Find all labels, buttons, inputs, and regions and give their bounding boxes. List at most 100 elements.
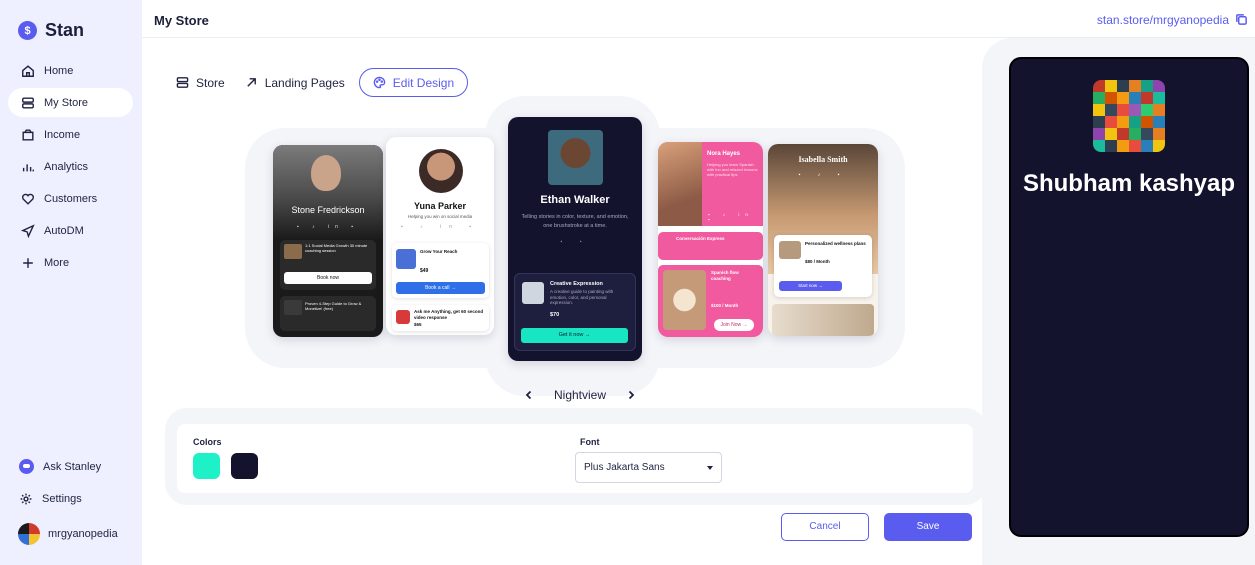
next-theme-button[interactable] [624, 388, 638, 402]
theme-item-title: Personalized wellness plans [805, 241, 866, 246]
social-icons: ▪ ♪ in ▪ [296, 224, 360, 230]
theme-name-label: Nightview [554, 388, 607, 402]
theme-price: $65 [414, 322, 422, 327]
sidebar-item-customers[interactable]: Customers [8, 184, 133, 213]
theme-name: Yuna Parker [413, 201, 467, 211]
prev-theme-button[interactable] [522, 388, 536, 402]
sidebar-bottom: Ask Stanley Settings [8, 452, 133, 516]
theme-item-title: Creative Expression [550, 281, 603, 287]
store-url-link[interactable]: stan.store/mrgyanopedia [1097, 13, 1229, 27]
theme-card-stone[interactable]: Stone Fredrickson ▪ ♪ in ▪ 1:1 Social Me… [273, 145, 383, 337]
store-tabs: Store Landing Pages Edit Design [170, 68, 469, 97]
theme-card-nora[interactable]: Nora Hayes Helping you learn Spanish wit… [658, 142, 763, 337]
sidebar-item-label: Settings [42, 492, 82, 505]
theme-avatar [419, 149, 463, 193]
sidebar-nav: Home My Store Income Analytics Customers… [8, 56, 133, 280]
tab-label: Edit Design [392, 75, 455, 90]
palette-icon [373, 76, 386, 89]
theme-card-ethan[interactable]: Ethan Walker Telling stories in color, t… [508, 117, 642, 361]
tab-landing-pages[interactable]: Landing Pages [239, 68, 351, 97]
theme-item-title: Grow Your Reach [420, 249, 458, 254]
heart-icon [21, 192, 35, 206]
social-icons: ▪ ♪ in ▪ [708, 212, 754, 222]
tab-edit-design[interactable]: Edit Design [358, 68, 469, 97]
theme-header: Nora Hayes Helping you learn Spanish wit… [658, 142, 763, 226]
theme-item-subtitle: A creative guide to painting with emotio… [550, 289, 614, 305]
chevron-right-icon [628, 390, 635, 400]
font-label: Font [580, 437, 600, 447]
profile-image [1093, 80, 1165, 152]
theme-item-title: 1:1 Social Media Growth 30 minute coachi… [305, 243, 368, 253]
theme-button: Join Now → [714, 319, 754, 331]
theme-item-title: Ask me Anything, get 60 second video res… [414, 309, 484, 320]
sidebar-item-analytics[interactable]: Analytics [8, 152, 133, 181]
sidebar-item-settings[interactable]: Settings [8, 484, 133, 513]
sidebar-item-my-store[interactable]: My Store [8, 88, 133, 117]
theme-photo-2 [772, 304, 874, 336]
colors-label: Colors [193, 437, 222, 447]
brand-name: Stan [45, 20, 85, 40]
stanley-icon [19, 459, 34, 474]
brand[interactable]: $ Stan [18, 20, 84, 41]
secondary-color-swatch[interactable] [231, 453, 258, 479]
user-profile[interactable]: mrgyanopedia [18, 523, 118, 545]
top-bar: My Store stan.store/mrgyanopedia [142, 0, 1255, 38]
sidebar-item-label: AutoDM [44, 224, 84, 237]
sidebar-item-label: Analytics [44, 160, 89, 173]
stack-icon [176, 77, 189, 88]
font-select[interactable]: Plus Jakarta Sans [575, 452, 722, 483]
theme-product-box-2: Ask me Anything, get 60 second video res… [392, 305, 489, 331]
wallet-icon [21, 128, 35, 142]
theme-subtitle: Telling stories in color, texture, and e… [521, 214, 629, 229]
theme-button: Start now → [779, 281, 842, 291]
theme-card-isabella[interactable]: Isabella Smith ▪ ♪ ▪ Personalized wellne… [768, 144, 878, 336]
cancel-button[interactable]: Cancel [781, 513, 869, 541]
theme-item-title: Spanish flow coaching [711, 270, 739, 281]
theme-name: Nora Hayes [707, 151, 741, 157]
theme-name: Stone Fredrickson [291, 205, 365, 215]
tab-label: Store [196, 75, 225, 90]
theme-price: $80 / Month [805, 259, 830, 264]
theme-subtitle: Helping you learn Spanish with fun and r… [707, 162, 758, 177]
theme-avatar [548, 130, 603, 185]
sidebar-item-label: Income [44, 128, 81, 141]
sidebar-item-home[interactable]: Home [8, 56, 133, 85]
page-title: My Store [154, 13, 209, 28]
theme-button: Book now [284, 272, 372, 284]
theme-subtitle: Helping you win on social media [407, 214, 473, 219]
gear-icon [19, 492, 33, 506]
sidebar-item-income[interactable]: Income [8, 120, 133, 149]
theme-item-title: Proven 4-Step Guide to Grow & Monetize! … [305, 301, 362, 311]
copy-icon[interactable] [1235, 13, 1248, 26]
social-icons: ▪ ▪ [560, 239, 590, 245]
sidebar-item-autodm[interactable]: AutoDM [8, 216, 133, 245]
store-icon [21, 96, 35, 110]
sidebar-item-label: Customers [44, 192, 98, 205]
chevron-left-icon [525, 390, 532, 400]
font-select-value: Plus Jakarta Sans [584, 462, 665, 473]
save-button[interactable]: Save [884, 513, 972, 541]
sidebar-item-label: Home [44, 64, 74, 77]
sidebar: $ Stan Home My Store Income Analytics Cu… [0, 0, 142, 565]
theme-price: $70 [550, 312, 560, 318]
theme-price: $49 [420, 268, 429, 274]
theme-product-box: Conversación Express [658, 232, 763, 260]
theme-card-yuna[interactable]: Yuna Parker Helping you win on social me… [386, 137, 494, 335]
analytics-icon [21, 160, 35, 174]
theme-switcher: Nightview [522, 388, 638, 402]
theme-photo [658, 142, 702, 226]
plus-icon [21, 256, 35, 270]
user-name: mrgyanopedia [48, 528, 118, 540]
sidebar-item-ask-stanley[interactable]: Ask Stanley [8, 452, 133, 481]
theme-button: Book a call → [396, 282, 485, 294]
primary-color-swatch[interactable] [193, 453, 220, 479]
avatar [18, 523, 40, 545]
sidebar-item-more[interactable]: More [8, 248, 133, 277]
sidebar-item-label: My Store [44, 96, 89, 109]
theme-name: Isabella Smith [798, 155, 848, 164]
caret-down-icon [707, 466, 713, 470]
preview-profile-name: Shubham kashyap [1022, 170, 1236, 197]
home-icon [21, 64, 35, 78]
sidebar-item-label: More [44, 256, 70, 269]
tab-store[interactable]: Store [170, 68, 231, 97]
